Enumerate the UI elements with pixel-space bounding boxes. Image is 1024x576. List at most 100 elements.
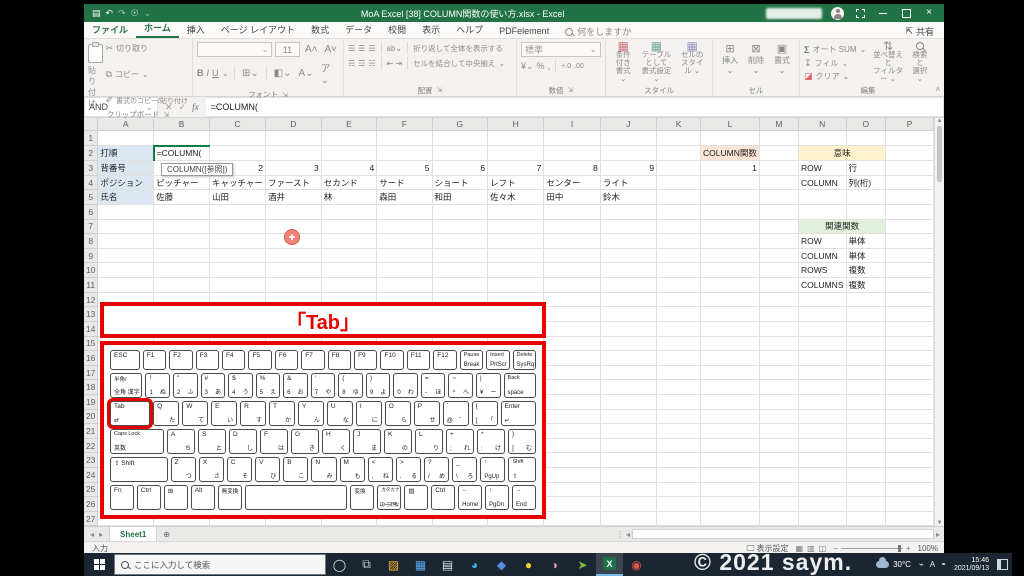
cell-P3[interactable] xyxy=(885,160,935,176)
tell-me-box[interactable]: 何をしますか xyxy=(557,25,639,38)
cell-I10[interactable] xyxy=(543,262,601,279)
cell-L3[interactable]: 1 xyxy=(700,160,760,176)
taskbar-icon-app-green[interactable]: ➤ xyxy=(569,553,596,576)
cell-P4[interactable] xyxy=(885,175,935,191)
cell-N7[interactable]: 関連関数 xyxy=(797,218,887,235)
font-launcher-icon[interactable]: ⇲ xyxy=(282,91,288,99)
cell-P26[interactable] xyxy=(885,496,935,512)
cell-P13[interactable] xyxy=(885,306,935,322)
row-header-16[interactable]: 16 xyxy=(84,350,99,366)
cell-K8[interactable] xyxy=(656,233,702,249)
row-header-19[interactable]: 19 xyxy=(84,394,99,410)
cell-H10[interactable] xyxy=(487,262,545,279)
align-middle-icon[interactable]: ☰ xyxy=(358,44,365,53)
cell-I16[interactable] xyxy=(543,350,601,366)
cell-J26[interactable] xyxy=(600,496,658,512)
cell-N20[interactable] xyxy=(798,409,847,425)
cell-I2[interactable] xyxy=(543,145,601,162)
close-button[interactable]: × xyxy=(922,6,936,20)
tab-review[interactable]: 校閲 xyxy=(380,22,414,38)
column-header-C[interactable]: C xyxy=(209,118,266,131)
cell-K13[interactable] xyxy=(656,306,702,322)
cell-G8[interactable] xyxy=(432,233,489,249)
cell-C5[interactable]: 山田 xyxy=(208,189,266,206)
clear-button[interactable]: ◪ クリア ⌄ xyxy=(804,71,866,82)
number-format-select[interactable]: 標準 ⌄ xyxy=(521,42,601,57)
cell-A7[interactable] xyxy=(97,219,155,235)
cell-M27[interactable] xyxy=(759,511,799,526)
tab-pdfelement[interactable]: PDFelement xyxy=(491,25,557,38)
cell-J6[interactable] xyxy=(600,204,658,220)
cell-L6[interactable] xyxy=(700,204,760,220)
cell-K4[interactable] xyxy=(656,175,702,191)
cell-O10[interactable]: 複数 xyxy=(845,262,887,279)
column-header-B[interactable]: B xyxy=(153,118,210,131)
delete-cells-button[interactable]: ⊠ 削除 ⌄ xyxy=(743,42,769,84)
cell-K3[interactable] xyxy=(656,160,702,176)
cell-C1[interactable] xyxy=(209,130,266,147)
paste-button[interactable]: 貼り付け xyxy=(88,42,104,109)
cell-L1[interactable] xyxy=(700,130,760,147)
column-header-D[interactable]: D xyxy=(265,118,322,131)
cell-G6[interactable] xyxy=(432,204,489,220)
cell-L9[interactable] xyxy=(700,248,760,264)
sheet-next-icon[interactable]: ▸ xyxy=(99,530,103,539)
cell-F11[interactable] xyxy=(376,277,433,293)
cell-M13[interactable] xyxy=(759,306,799,322)
tab-home[interactable]: ホーム xyxy=(136,20,179,38)
phonetic-icon[interactable]: ア⌄ xyxy=(319,60,339,86)
cell-K15[interactable] xyxy=(656,336,702,352)
cell-M5[interactable] xyxy=(759,189,799,206)
cell-K24[interactable] xyxy=(656,467,702,483)
taskbar-icon-excel[interactable]: X xyxy=(596,553,623,576)
column-header-K[interactable]: K xyxy=(656,118,702,131)
cell-L20[interactable] xyxy=(700,409,760,425)
cell-G7[interactable] xyxy=(432,219,489,235)
cell-K22[interactable] xyxy=(656,438,702,454)
cell-L24[interactable] xyxy=(700,467,760,483)
cell-N27[interactable] xyxy=(798,511,847,526)
cell-G3[interactable]: 6 xyxy=(431,160,489,176)
cell-L21[interactable] xyxy=(700,423,760,439)
column-header-O[interactable]: O xyxy=(846,118,887,131)
share-button[interactable]: ⇱ 共有 xyxy=(895,25,944,38)
tab-file[interactable]: ファイル xyxy=(84,22,136,38)
cell-I17[interactable] xyxy=(543,365,601,381)
cell-G10[interactable] xyxy=(432,262,489,279)
decrease-decimal-icon[interactable]: .00 xyxy=(574,63,584,70)
cell-J8[interactable] xyxy=(600,233,658,249)
borders-icon[interactable]: ⊞⌄ xyxy=(240,68,261,79)
cell-D2[interactable] xyxy=(264,145,322,162)
row-header-1[interactable]: 1 xyxy=(84,130,99,147)
format-cells-button[interactable]: ▣ 書式 ⌄ xyxy=(769,42,795,84)
cell-F6[interactable] xyxy=(376,204,433,220)
cell-J9[interactable] xyxy=(600,248,658,264)
cell-N24[interactable] xyxy=(798,467,847,483)
cell-I9[interactable] xyxy=(543,248,601,264)
cell-A8[interactable] xyxy=(97,233,155,249)
cell-L19[interactable] xyxy=(700,394,760,410)
cell-I11[interactable] xyxy=(543,277,601,293)
collapse-ribbon-icon[interactable]: ˄ xyxy=(935,85,940,94)
cell-K6[interactable] xyxy=(656,204,702,220)
cell-P12[interactable] xyxy=(885,292,935,308)
cell-B2[interactable]: =COLUMN( xyxy=(152,144,210,162)
increase-decimal-icon[interactable]: +.0 xyxy=(561,63,571,70)
restore-button[interactable] xyxy=(899,6,913,20)
cell-H2[interactable] xyxy=(487,145,545,162)
cell-O20[interactable] xyxy=(846,409,887,425)
cell-N14[interactable] xyxy=(798,321,847,337)
cell-O1[interactable] xyxy=(846,130,887,147)
cell-I20[interactable] xyxy=(543,409,601,425)
cell-M19[interactable] xyxy=(759,394,799,410)
cell-M1[interactable] xyxy=(759,130,799,147)
cell-M14[interactable] xyxy=(759,321,799,337)
align-left-icon[interactable]: ☴ xyxy=(348,59,355,68)
redo-icon[interactable]: ↷ xyxy=(118,8,126,19)
cell-B11[interactable] xyxy=(153,277,210,293)
number-launcher-icon[interactable]: ⇲ xyxy=(568,86,574,94)
cell-L25[interactable] xyxy=(700,482,760,498)
cell-J10[interactable] xyxy=(600,262,658,279)
cell-J16[interactable] xyxy=(600,350,658,366)
cell-M24[interactable] xyxy=(759,467,799,483)
